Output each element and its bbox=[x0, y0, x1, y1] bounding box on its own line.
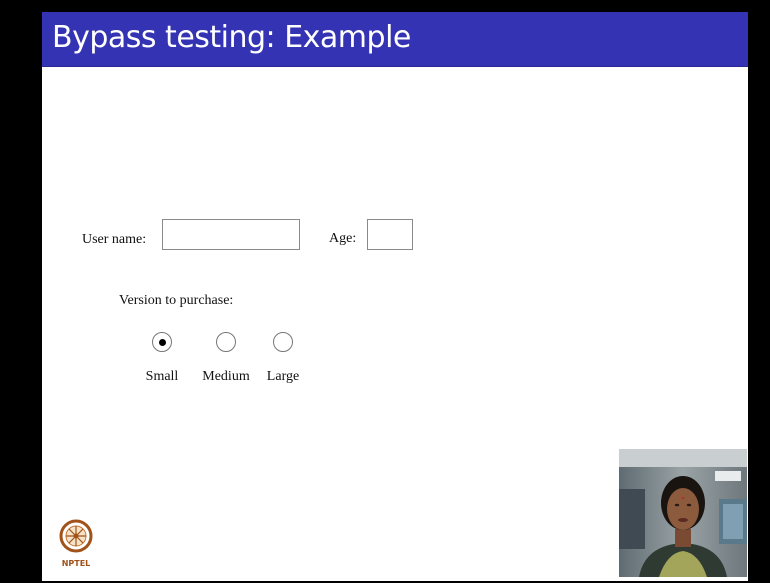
slide-title: Bypass testing: Example bbox=[52, 20, 411, 55]
age-label: Age: bbox=[329, 231, 357, 246]
radio-label-small: Small bbox=[145, 369, 179, 384]
nptel-logo-icon bbox=[59, 519, 93, 553]
age-input[interactable] bbox=[367, 219, 413, 250]
presenter-video bbox=[619, 449, 747, 577]
radio-label-large: Large bbox=[266, 369, 300, 384]
radio-selected-dot bbox=[158, 338, 166, 346]
username-input[interactable] bbox=[162, 219, 300, 250]
presenter-video-feed bbox=[619, 449, 747, 577]
radio-large[interactable] bbox=[273, 332, 293, 352]
username-label: User name: bbox=[82, 232, 147, 247]
nptel-logo-text: NPTEL bbox=[61, 559, 91, 568]
radio-medium[interactable] bbox=[216, 332, 236, 352]
version-label: Version to purchase: bbox=[119, 293, 234, 308]
nptel-logo: NPTEL bbox=[58, 517, 94, 577]
radio-small[interactable] bbox=[152, 332, 172, 352]
title-bar: Bypass testing: Example bbox=[42, 12, 748, 67]
